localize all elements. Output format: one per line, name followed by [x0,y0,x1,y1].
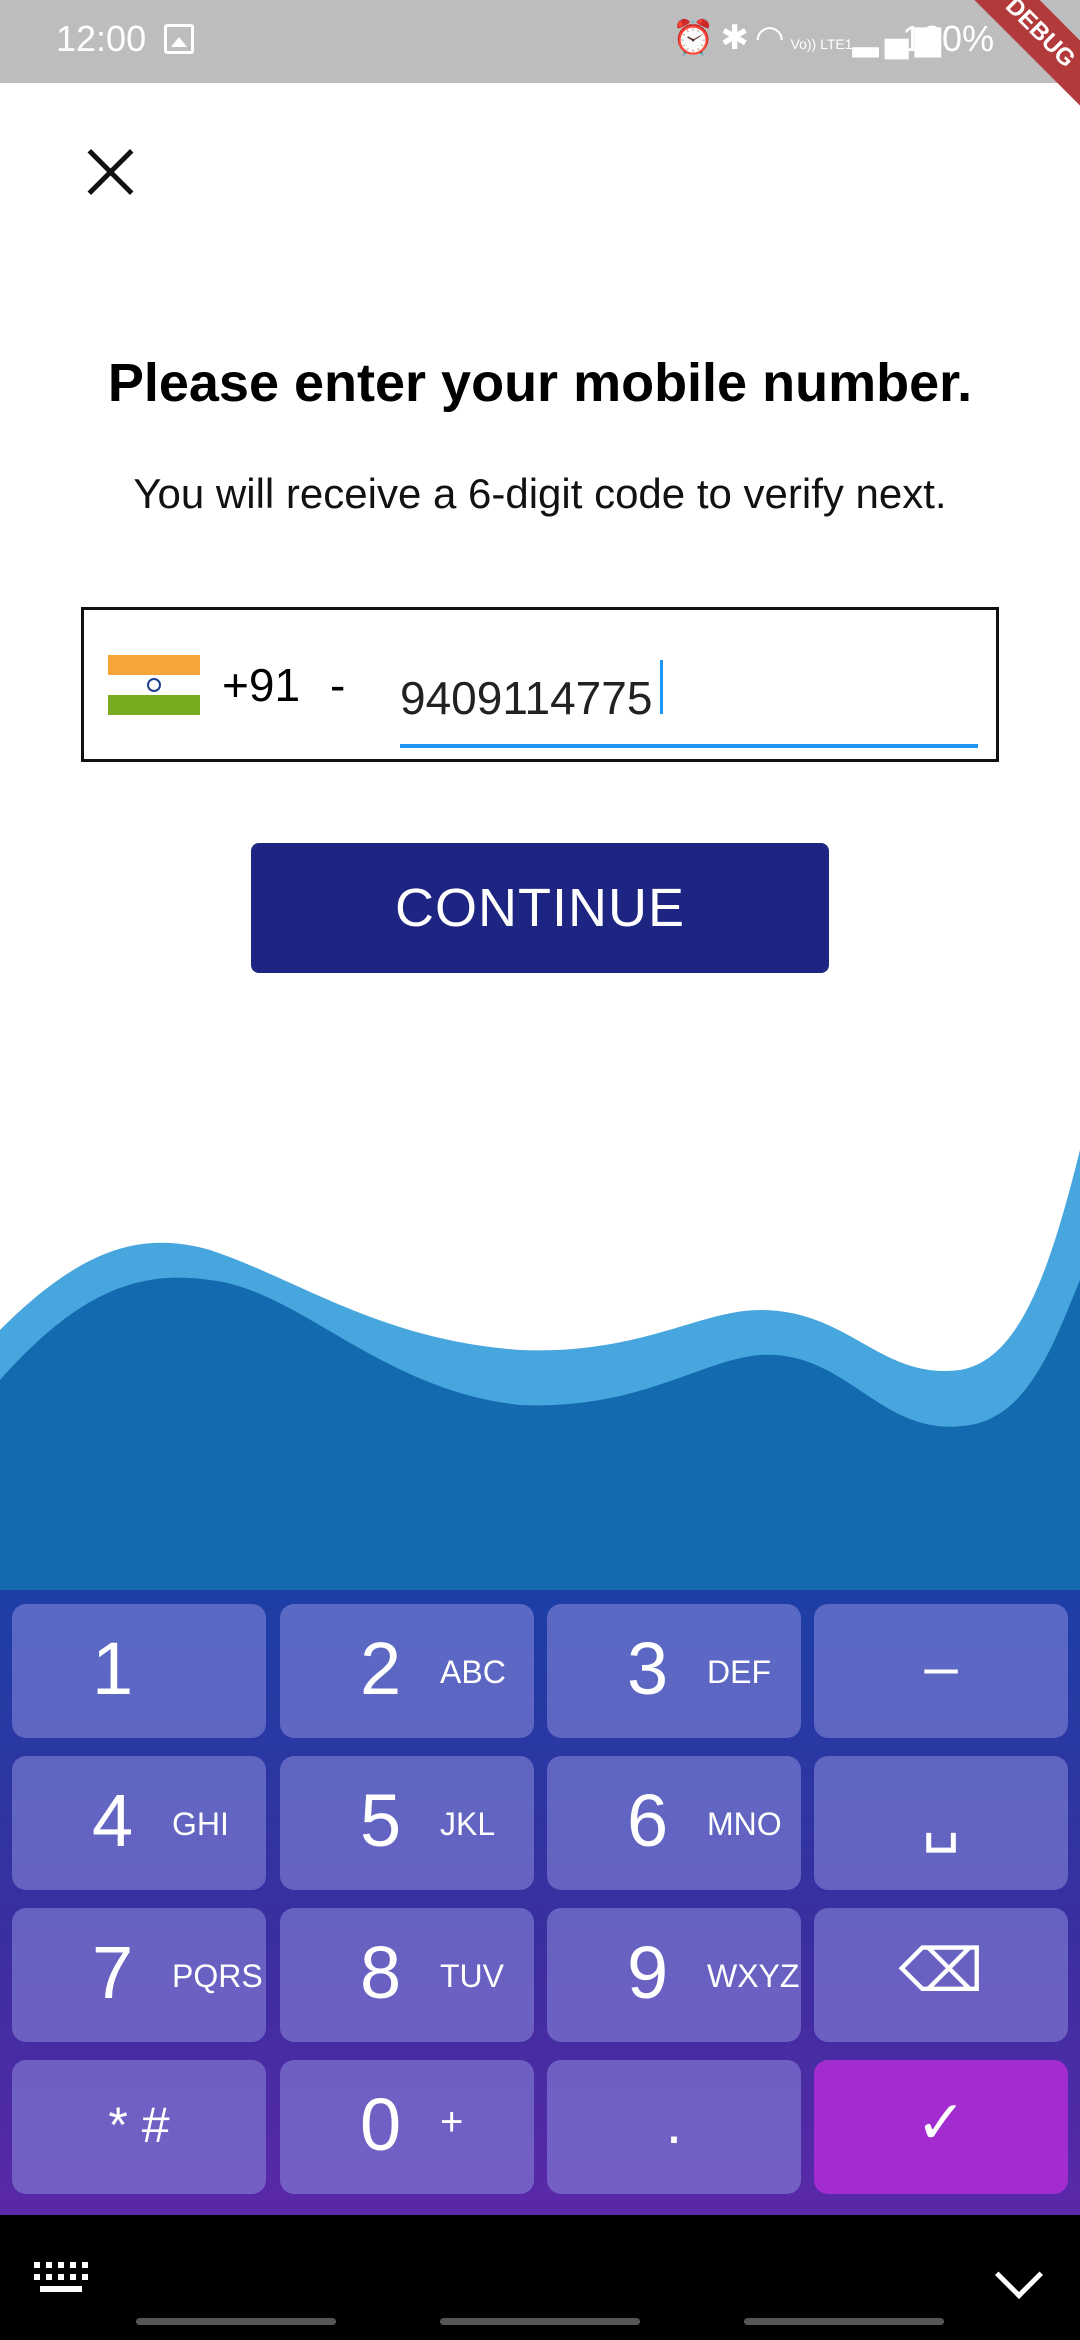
alarm-icon: ⏰ [672,19,721,57]
signal-label: Vo)) LTE1 [790,36,853,52]
key-backspace[interactable]: ⌫ [814,1908,1068,2042]
page-subtitle: You will receive a 6-digit code to verif… [133,470,947,517]
check-icon: ✓ [915,2089,967,2156]
battery-level: 100% [902,18,995,59]
wave-decoration [0,1150,1080,1600]
key-3[interactable]: 3 DEF [547,1604,801,1738]
key-star-hash[interactable]: * # [12,2060,266,2194]
code-separator: - [330,659,346,711]
page-title: Please enter your mobile number. [107,353,973,413]
key-7[interactable]: 7 PQRS [12,1908,266,2042]
close-icon[interactable] [86,148,134,196]
phone-number-input[interactable] [400,652,978,748]
wifi-icon: ◠ [754,19,791,57]
keyboard-switch-icon[interactable] [34,2262,88,2292]
backspace-icon: ⌫ [898,1937,984,2004]
key-1[interactable]: 1 [12,1604,266,1738]
bluetooth-icon: ✱ [720,19,755,57]
key-done[interactable]: ✓ [814,2060,1068,2194]
nav-home-button[interactable] [440,2318,640,2325]
key-period[interactable]: . [547,2060,801,2194]
wave-dark [0,1277,1080,1600]
nav-recents-button[interactable] [136,2318,336,2325]
space-icon: ␣ [921,1785,961,1852]
key-5[interactable]: 5 JKL [280,1756,534,1890]
status-time: 12:00 [56,18,147,59]
key-0[interactable]: 0 + [280,2060,534,2194]
key-minus[interactable]: – [814,1604,1068,1738]
nav-back-button[interactable] [744,2318,944,2325]
text-cursor [660,660,663,714]
india-flag-icon[interactable] [108,655,200,715]
gallery-notification-icon [164,24,194,54]
key-space[interactable]: ␣ [814,1756,1068,1890]
continue-button[interactable]: CONTINUE [251,843,829,973]
key-8[interactable]: 8 TUV [280,1908,534,2042]
key-2[interactable]: 2 ABC [280,1604,534,1738]
key-9[interactable]: 9 WXYZ [547,1908,801,2042]
key-6[interactable]: 6 MNO [547,1756,801,1890]
country-code[interactable]: +91 [222,658,300,712]
key-4[interactable]: 4 GHI [12,1756,266,1890]
numeric-keyboard: 1 2 ABC 3 DEF – 4 GHI 5 JKL 6 MNO ␣ 7 PQ… [0,1590,1080,2215]
